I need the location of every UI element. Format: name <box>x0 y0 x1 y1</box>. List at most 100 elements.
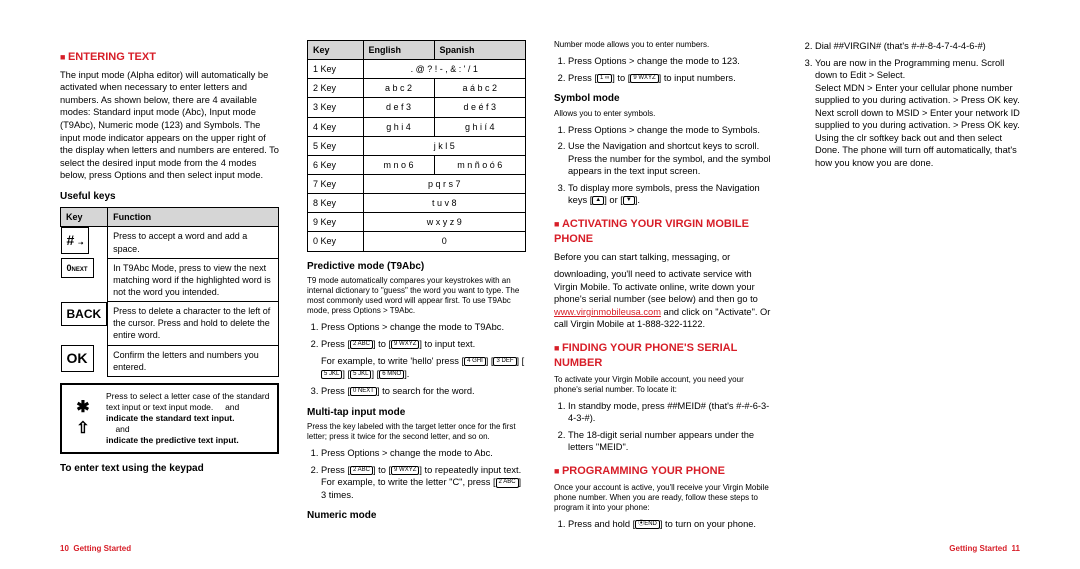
steps-predictive: Press Options > change the mode to T9Abc… <box>307 321 526 350</box>
cell: g h i í 4 <box>434 117 525 136</box>
key-9wxyz-icon: 9 WXYZ <box>630 74 658 83</box>
step: Press [2 ABC] to [9 WXYZ] to repeatedly … <box>321 464 526 502</box>
cell: a á b c 2 <box>434 79 525 98</box>
key-9wxyz-icon: 9 WXYZ <box>391 466 419 475</box>
steps-numeric: Press Options > change the mode to 123. … <box>554 55 773 84</box>
step: Dial ##VIRGIN# (that's #-#-8-4-7-4-4-6-#… <box>815 40 1020 53</box>
para-prog: Once your account is active, you'll rece… <box>554 483 773 513</box>
page-num-left: 10 <box>60 544 69 553</box>
heading-useful-keys: Useful keys <box>60 190 279 204</box>
key-end-icon: ⦿END <box>635 520 660 529</box>
heading-multitap: Multi-tap input mode <box>307 406 526 420</box>
key-4ghi-icon: 4 GHI <box>464 357 486 366</box>
heading-programming: PROGRAMMING YOUR PHONE <box>554 464 773 479</box>
key-3def-icon: 3 DEF <box>493 357 516 366</box>
callout-and2: and <box>115 424 129 434</box>
cell: m n ñ o ó 6 <box>434 155 525 174</box>
cell: d e f 3 <box>363 98 434 117</box>
footer-left: 10 Getting Started <box>60 544 131 555</box>
key-hash: # ⇢ <box>61 227 90 254</box>
step: Use the Navigation and shortcut keys to … <box>568 140 773 178</box>
page-num-right: 11 <box>1012 544 1020 553</box>
step: Press Options > change the mode to Symbo… <box>568 124 773 137</box>
step: Press and hold [⦿END] to turn on your ph… <box>568 518 773 531</box>
callout-line3: indicate the predictive text input. <box>106 435 239 445</box>
fn-hash: Press to accept a word and add a space. <box>108 227 279 258</box>
cell: m n o 6 <box>363 155 434 174</box>
cell: j k l 5 <box>363 136 525 155</box>
key-0next: 0NEXT <box>61 258 94 278</box>
para-predictive: T9 mode automatically compares your keys… <box>307 276 526 316</box>
nav-down-icon: ▼ <box>623 196 635 205</box>
cell: g h i 4 <box>363 117 434 136</box>
cell: 8 Key <box>308 194 364 213</box>
step: Press Options > change the mode to T9Abc… <box>321 321 526 334</box>
steps-symbol: Press Options > change the mode to Symbo… <box>554 124 773 207</box>
para-entering: The input mode (Alpha editor) will autom… <box>60 69 279 182</box>
cell: 9 Key <box>308 213 364 232</box>
step: The 18-digit serial number appears under… <box>568 429 773 454</box>
footer-section-right: Getting Started <box>949 544 1007 553</box>
cell: w x y z 9 <box>363 213 525 232</box>
fn-back: Press to delete a character to the left … <box>108 302 279 345</box>
cell: 0 <box>363 232 525 251</box>
cell: 0 Key <box>308 232 364 251</box>
th-spanish: Spanish <box>434 41 525 60</box>
table-keypad: Key English Spanish 1 Key. @ ? ! - , & :… <box>307 40 526 252</box>
steps-multitap: Press Options > change the mode to Abc. … <box>307 447 526 501</box>
step: To display more symbols, press the Navig… <box>568 182 773 207</box>
step: Press [2 ABC] to [9 WXYZ] to input text. <box>321 338 526 351</box>
heading-numeric: Numeric mode <box>307 509 526 523</box>
key-0next-icon: 0 NEXT <box>350 387 377 396</box>
th-english: English <box>363 41 434 60</box>
heading-entering-text: ENTERING TEXT <box>60 50 279 65</box>
cell: 1 Key <box>308 60 364 79</box>
steps-serial: In standby mode, press ##MEID# (that's #… <box>554 400 773 454</box>
cell: 6 Key <box>308 155 364 174</box>
th-function: Function <box>108 208 279 227</box>
cell: 2 Key <box>308 79 364 98</box>
footer-right: Getting Started 11 <box>949 544 1020 555</box>
key-2abc-icon: 2 ABC <box>350 466 373 475</box>
cell: 5 Key <box>308 136 364 155</box>
cell: a b c 2 <box>363 79 434 98</box>
link-virginmobile[interactable]: www.virginmobileusa.com <box>554 307 661 317</box>
fn-ok: Confirm the letters and numbers you ente… <box>108 345 279 376</box>
key-5jkl-icon: 5 JKL <box>321 370 342 379</box>
pred-example: For example, to write 'hello' press [4 G… <box>307 355 526 380</box>
table-useful-keys: Key Function # ⇢ Press to accept a word a… <box>60 207 279 377</box>
heading-keypad: To enter text using the keypad <box>60 462 279 476</box>
step: Press Options > change the mode to Abc. <box>321 447 526 460</box>
heading-activating: ACTIVATING YOUR VIRGIN MOBILE PHONE <box>554 217 773 247</box>
callout-text: Press to select a letter case of the sta… <box>106 391 271 446</box>
key-9wxyz-icon: 9 WXYZ <box>391 340 419 349</box>
para-act2: downloading, you'll need to activate ser… <box>554 268 773 331</box>
callout-and1: and <box>225 402 239 412</box>
heading-serial: FINDING YOUR PHONE'S SERIAL NUMBER <box>554 341 773 371</box>
step: Press [0 NEXT] to search for the word. <box>321 385 526 398</box>
para-symbol: Allows you to enter symbols. <box>554 109 773 119</box>
callout-line2: indicate the standard text input. <box>106 413 234 423</box>
footer-section-left: Getting Started <box>73 544 131 553</box>
fn-0next: In T9Abc Mode, press to view the next ma… <box>108 258 279 301</box>
th-key: Key <box>61 208 108 227</box>
step: Press [1 ∞] to [9 WXYZ] to input numbers… <box>568 72 773 85</box>
th-key2: Key <box>308 41 364 60</box>
manual-spread: ENTERING TEXT The input mode (Alpha edit… <box>0 0 1080 569</box>
cell: 7 Key <box>308 174 364 193</box>
key-5jkl-icon: 5 JKL <box>350 370 371 379</box>
star-shift-icon: ✱ ⇧ <box>68 397 98 440</box>
cell: t u v 8 <box>363 194 525 213</box>
para-act1: Before you can start talking, messaging,… <box>554 251 773 264</box>
cell: d e é f 3 <box>434 98 525 117</box>
para-multitap: Press the key labeled with the target le… <box>307 422 526 442</box>
step: In standby mode, press ##MEID# (that's #… <box>568 400 773 425</box>
key-ok: OK <box>61 345 94 372</box>
nav-up-icon: ▲ <box>592 196 604 205</box>
callout-star-key: ✱ ⇧ Press to select a letter case of the… <box>60 383 279 454</box>
key-back: BACK <box>61 302 108 326</box>
heading-symbol: Symbol mode <box>554 92 773 106</box>
cell: p q r s 7 <box>363 174 525 193</box>
key-2abc-icon: 2 ABC <box>496 478 519 487</box>
key-2abc-icon: 2 ABC <box>350 340 373 349</box>
